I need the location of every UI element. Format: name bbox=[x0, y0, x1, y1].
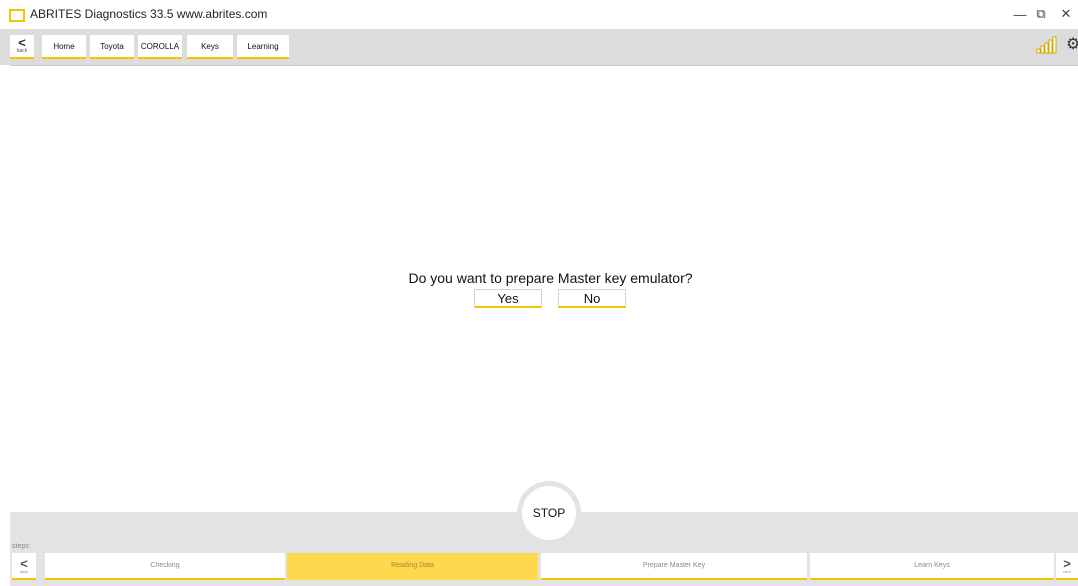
breadcrumb-keys[interactable]: Keys bbox=[187, 35, 233, 59]
navigation-bar: < back Home Toyota COROLLA Keys Learning… bbox=[0, 29, 1078, 66]
steps-next-button[interactable]: > next bbox=[1056, 553, 1078, 580]
breadcrumb-learning[interactable]: Learning bbox=[237, 35, 289, 59]
title-bar: ABRITES Diagnostics 33.5 www.abrites.com… bbox=[0, 0, 1078, 29]
step-checking[interactable]: Checking bbox=[45, 553, 285, 580]
steps-next-label: next bbox=[1063, 568, 1071, 574]
left-margin bbox=[0, 65, 10, 586]
back-button[interactable]: < back bbox=[10, 35, 34, 59]
restore-button[interactable]: ⧉ bbox=[1029, 4, 1053, 24]
gear-icon[interactable]: ⚙ bbox=[1066, 37, 1078, 53]
chevron-right-icon: > bbox=[1063, 555, 1071, 571]
no-button[interactable]: No bbox=[558, 289, 626, 308]
chevron-left-icon: < bbox=[18, 35, 26, 50]
chevron-left-icon: < bbox=[20, 555, 28, 571]
breadcrumb-corolla[interactable]: COROLLA bbox=[138, 35, 182, 59]
breadcrumb-toyota[interactable]: Toyota bbox=[90, 35, 134, 59]
stop-button[interactable]: STOP bbox=[522, 486, 576, 540]
signal-strength-icon[interactable] bbox=[1036, 36, 1058, 54]
yes-button[interactable]: Yes bbox=[474, 289, 542, 308]
abrites-logo-icon bbox=[9, 9, 25, 22]
close-button[interactable]: ✕ bbox=[1054, 4, 1078, 24]
step-learn-keys[interactable]: Learn Keys bbox=[810, 553, 1054, 580]
steps-back-label: back bbox=[19, 568, 29, 574]
steps-label: steps: bbox=[12, 543, 31, 550]
step-reading-data[interactable]: Reading Data bbox=[287, 553, 538, 580]
dialog-question: Do you want to prepare Master key emulat… bbox=[408, 270, 693, 286]
breadcrumb-home[interactable]: Home bbox=[42, 35, 86, 59]
back-button-label: back bbox=[16, 48, 28, 54]
step-prepare-master-key[interactable]: Prepare Master Key bbox=[541, 553, 807, 580]
steps-back-button[interactable]: < back bbox=[12, 553, 36, 580]
window-title: ABRITES Diagnostics 33.5 www.abrites.com bbox=[30, 7, 268, 21]
